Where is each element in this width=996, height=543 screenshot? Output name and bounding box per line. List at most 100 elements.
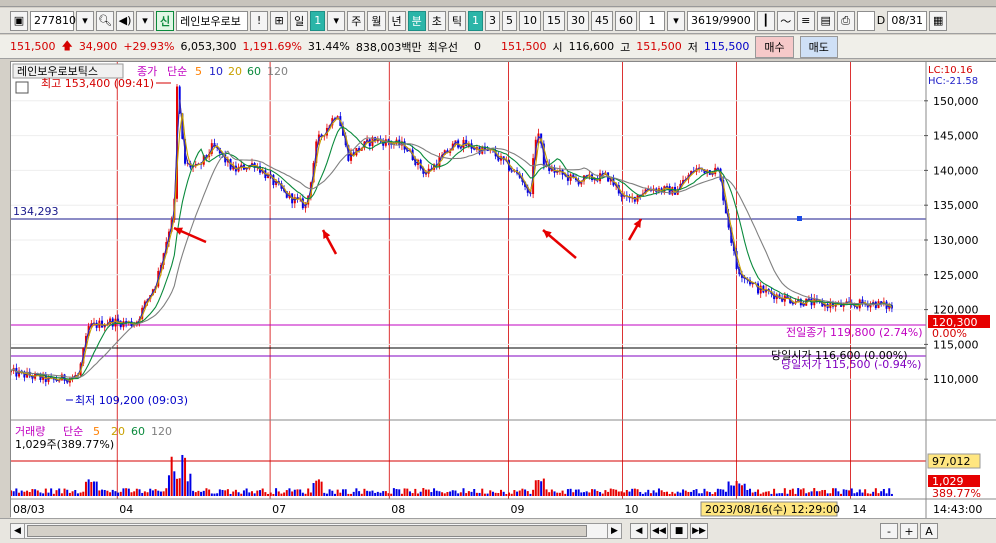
period-day-select[interactable]: 일 xyxy=(290,10,309,31)
volume-bar xyxy=(657,488,660,496)
buy-button[interactable]: 매수 xyxy=(755,35,794,58)
volume-bar xyxy=(775,493,778,496)
date-checkbox[interactable] xyxy=(856,10,875,31)
nav-prev-button[interactable]: ◀ xyxy=(630,523,648,539)
volume-bar xyxy=(167,475,170,496)
interval-5-button[interactable]: 5 xyxy=(502,10,517,31)
volume-bar xyxy=(580,492,583,496)
stock-code-input[interactable]: 277810 xyxy=(30,10,76,31)
volume-bar xyxy=(690,491,693,496)
period-dropdown-icon[interactable]: ▾ xyxy=(327,10,346,31)
nav-forward-button[interactable]: ▶▶ xyxy=(690,523,708,539)
volume-bar xyxy=(877,493,880,496)
high-annotation: 최고 153,400 (09:41) xyxy=(41,77,154,90)
hline-value: 134,293 xyxy=(13,205,59,218)
nav-stop-button[interactable]: ■ xyxy=(670,523,688,539)
line-chart-icon[interactable]: 〜 xyxy=(776,10,795,31)
volume-legend-ma120: 120 xyxy=(151,425,172,438)
volume-bar xyxy=(556,492,559,496)
nav-rewind-button[interactable]: ◀◀ xyxy=(650,523,668,539)
interval-30-button[interactable]: 30 xyxy=(567,10,589,31)
crosshair-time-text: 2023/08/16(수) 12:29:00 xyxy=(705,503,840,516)
line-handle[interactable] xyxy=(797,216,802,221)
volume-bar xyxy=(34,489,37,496)
code-dropdown-icon[interactable]: ▾ xyxy=(76,10,94,31)
period-tick-button[interactable]: 틱 xyxy=(447,10,466,31)
sell-button[interactable]: 매도 xyxy=(799,35,838,58)
volume-bar xyxy=(848,490,851,496)
open-label: 시 xyxy=(552,40,563,54)
count-dropdown-icon[interactable]: ▾ xyxy=(667,10,685,31)
count-input[interactable]: 1 xyxy=(639,10,665,31)
volume-bar xyxy=(738,483,741,496)
volume-bar xyxy=(585,491,588,496)
period-minute-button[interactable]: 분 xyxy=(407,10,426,31)
scroll-right-icon[interactable]: ▶ xyxy=(607,524,621,538)
zoom-in-button[interactable]: + xyxy=(900,523,918,539)
panel-icon[interactable]: ▣ xyxy=(10,10,28,31)
volume-bar xyxy=(312,483,315,496)
scroll-left-icon[interactable]: ◀ xyxy=(11,524,25,538)
period-month-button[interactable]: 월 xyxy=(367,10,386,31)
volume-bar xyxy=(176,478,179,496)
calculator-icon[interactable] xyxy=(15,81,29,94)
interval-60-button[interactable]: 60 xyxy=(615,10,637,31)
volume-bar xyxy=(138,489,141,496)
volume-bar xyxy=(781,493,784,496)
volume-bar xyxy=(470,491,473,496)
volume-bar xyxy=(853,493,856,496)
print-icon[interactable]: ⎙ xyxy=(836,10,855,31)
period-week-button[interactable]: 주 xyxy=(347,10,366,31)
volume-bar xyxy=(631,488,634,496)
volume-bar xyxy=(202,490,205,496)
window-top-strip xyxy=(0,0,996,7)
period-count[interactable]: 1 xyxy=(310,10,326,31)
volume-bar xyxy=(82,491,85,496)
volume-bar xyxy=(71,491,74,496)
search-icon[interactable]: 🔍︎ xyxy=(96,10,114,31)
volume-bar xyxy=(810,491,813,496)
stock-name-field[interactable]: 레인보우로보 xyxy=(176,10,249,31)
date-input[interactable]: 08/31 xyxy=(887,10,928,31)
volume-bar xyxy=(505,493,508,496)
alert-button[interactable]: ! xyxy=(250,10,269,31)
chart-panel[interactable]: 150,000 145,000 140,000 135,000 130,000 125,0… xyxy=(10,61,996,518)
auto-scale-button[interactable]: A xyxy=(920,523,938,539)
interval-3-button[interactable]: 3 xyxy=(485,10,500,31)
calendar-icon[interactable]: ▦ xyxy=(929,10,948,31)
interval-45-button[interactable]: 45 xyxy=(591,10,613,31)
horizontal-scrollbar[interactable]: ◀ ▶ xyxy=(10,523,622,539)
volume-bar xyxy=(676,491,679,496)
range-field[interactable]: 3619/9900 xyxy=(687,10,755,31)
save-icon[interactable]: ▤ xyxy=(816,10,835,31)
volume-bar xyxy=(639,491,642,496)
scroll-thumb[interactable] xyxy=(27,525,587,537)
volume-bar xyxy=(186,481,189,496)
settings-icon[interactable]: ≡ xyxy=(796,10,815,31)
sound-dropdown-icon[interactable]: ▾ xyxy=(136,10,154,31)
period-second-button[interactable]: 초 xyxy=(427,10,446,31)
sound-icon[interactable]: ◀) xyxy=(116,10,134,31)
volume-bar xyxy=(197,490,200,496)
volume-bar xyxy=(406,488,409,496)
zoom-out-button[interactable]: - xyxy=(880,523,898,539)
price-change: 34,900 xyxy=(78,40,118,53)
price-chart[interactable]: 150,000 145,000 140,000 135,000 130,000 125,0… xyxy=(10,62,996,518)
volume-bar xyxy=(218,489,221,496)
volume-bar xyxy=(465,493,468,496)
volume-bar xyxy=(408,491,411,496)
interval-15-button[interactable]: 15 xyxy=(543,10,565,31)
interval-10-button[interactable]: 10 xyxy=(519,10,541,31)
volume-bar xyxy=(50,488,53,496)
volume-bar xyxy=(564,493,567,496)
volume-bar xyxy=(283,492,286,496)
chart-type-icon[interactable]: ⊞ xyxy=(270,10,289,31)
candle-icon[interactable]: ┃ xyxy=(756,10,775,31)
period-year-button[interactable]: 년 xyxy=(387,10,406,31)
volume-bar xyxy=(226,489,229,496)
low-annotation: 최저 109,200 (09:03) xyxy=(75,394,188,407)
volume-bar xyxy=(192,490,195,496)
interval-1-button[interactable]: 1 xyxy=(468,10,483,31)
legend-ma20: 20 xyxy=(228,65,242,78)
volume-bar xyxy=(845,489,848,496)
